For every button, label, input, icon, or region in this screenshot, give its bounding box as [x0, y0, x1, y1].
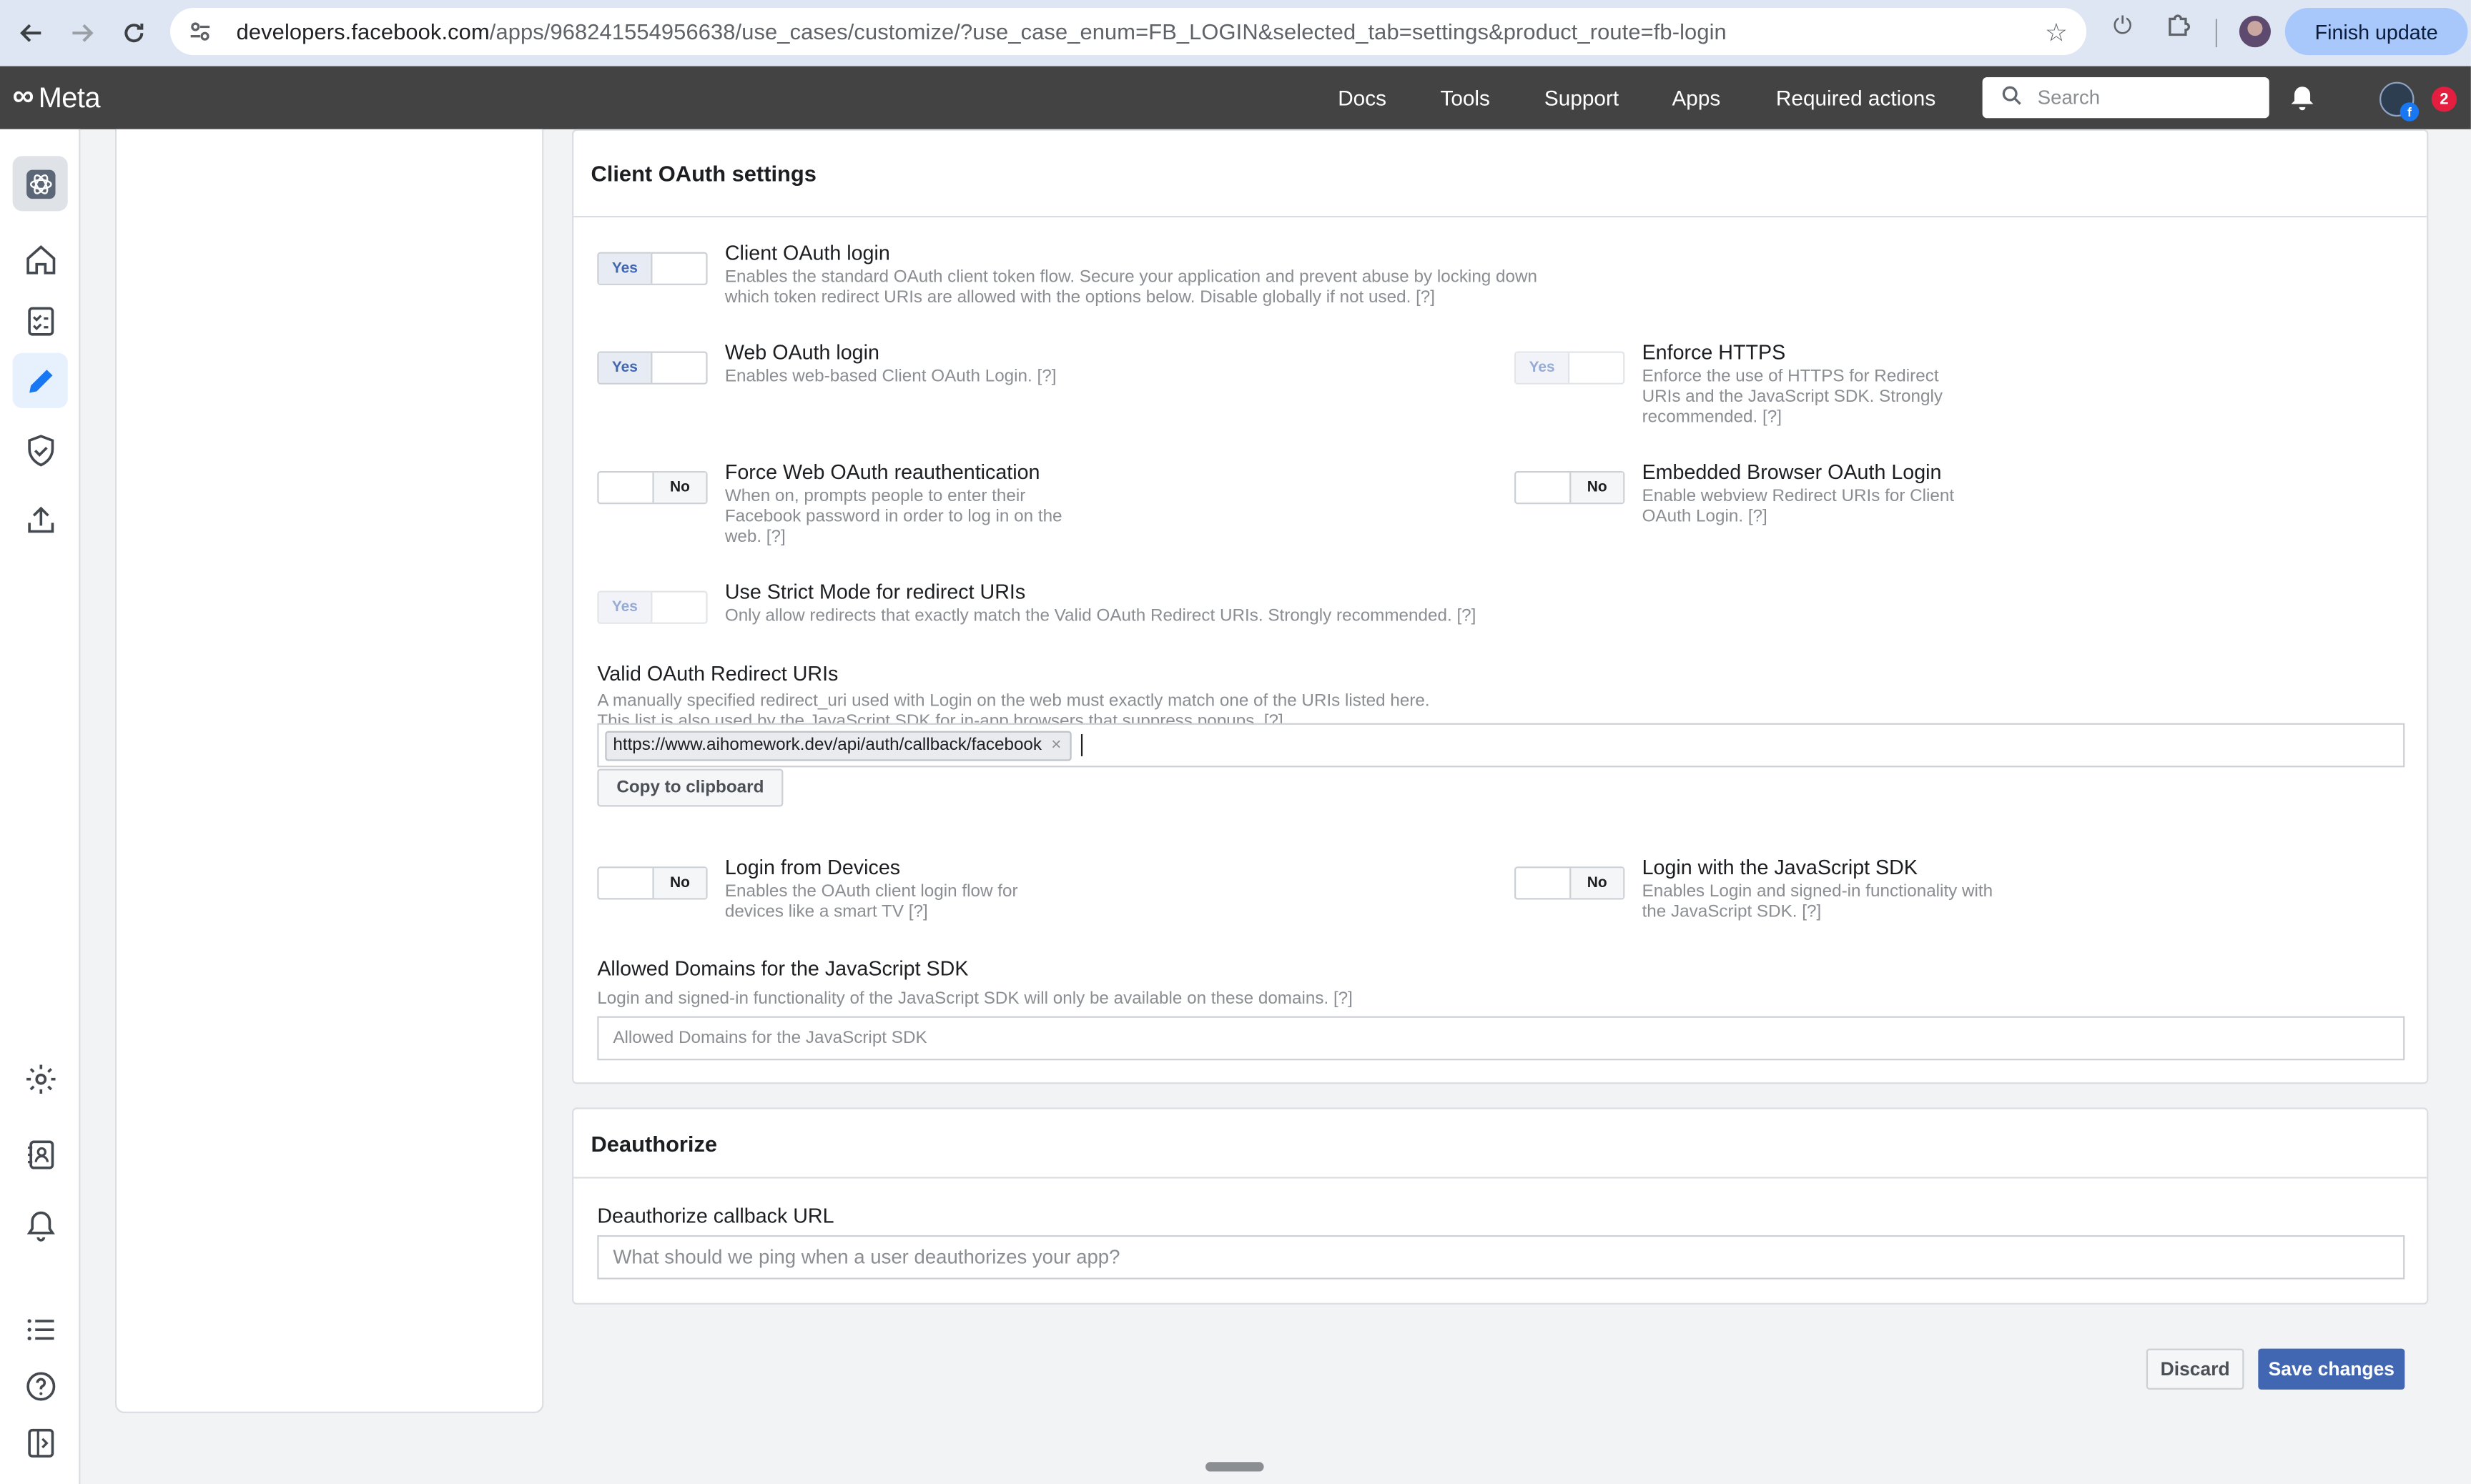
address-bar[interactable]: developers.facebook.com/apps/96824155495… [170, 8, 2087, 56]
roles-contact-icon[interactable] [13, 1127, 68, 1182]
back-icon[interactable] [8, 9, 55, 56]
text-caret [1080, 734, 1082, 756]
site-settings-icon[interactable] [186, 17, 214, 46]
client-oauth-login-toggle[interactable]: Yes [597, 252, 708, 285]
strict-mode-desc[interactable]: Only allow redirects that exactly match … [725, 607, 1576, 628]
deauthorize-callback-label: Deauthorize callback URL [597, 1203, 834, 1227]
settings-gear-icon[interactable] [13, 1051, 68, 1106]
allowed-domains-desc[interactable]: Login and signed-in functionality of the… [597, 989, 1542, 1010]
redirect-uris-title: Valid OAuth Redirect URIs [597, 661, 839, 686]
search-input[interactable]: Search [1982, 76, 2269, 119]
redirect-uris-input[interactable]: https://www.aihomework.dev/api/auth/call… [597, 723, 2405, 768]
embedded-browser-toggle[interactable]: No [1514, 470, 1625, 505]
nav-docs[interactable]: Docs [1338, 66, 1386, 129]
force-reauth-title: Force Web OAuth reauthentication [724, 460, 1040, 484]
deauthorize-card: Deauthorize Deauthorize callback URL Wha… [572, 1107, 2429, 1305]
reload-icon[interactable] [110, 9, 157, 56]
embedded-browser-desc[interactable]: Enable webview Redirect URIs for Client … [1642, 487, 1981, 528]
list-icon[interactable] [13, 1302, 68, 1357]
force-reauth-toggle[interactable]: No [597, 470, 708, 505]
resize-handle[interactable] [1205, 1462, 1264, 1472]
help-icon[interactable] [13, 1358, 68, 1413]
save-changes-button[interactable]: Save changes [2258, 1348, 2405, 1390]
facebook-icon: f [2400, 102, 2420, 122]
browser-toolbar: developers.facebook.com/apps/96824155495… [0, 0, 2471, 66]
allowed-domains-input[interactable]: Allowed Domains for the JavaScript SDK [597, 1016, 2405, 1061]
extension-power-icon[interactable]: ⏻ [2114, 13, 2132, 39]
discard-button[interactable]: Discard [2146, 1348, 2244, 1390]
meta-infinity-icon: ∞ [12, 80, 34, 114]
enforce-https-toggle[interactable]: Yes [1514, 351, 1625, 385]
web-oauth-login-toggle[interactable]: Yes [597, 351, 708, 385]
strict-mode-toggle[interactable]: Yes [597, 590, 708, 624]
shield-check-icon[interactable] [13, 422, 68, 478]
browser-profile-avatar[interactable] [2239, 16, 2271, 48]
redirect-uri-chip: https://www.aihomework.dev/api/auth/call… [605, 730, 1071, 761]
login-devices-desc[interactable]: Enables the OAuth client login flow for … [725, 882, 1056, 923]
login-devices-toggle[interactable]: No [597, 866, 708, 900]
url-host: developers.facebook.com [236, 19, 490, 44]
nav-required-actions[interactable]: Required actions [1776, 66, 1935, 129]
forward-icon[interactable] [59, 9, 106, 56]
search-icon [2001, 85, 2022, 110]
bookmark-star-icon[interactable]: ☆ [2045, 17, 2068, 49]
remove-chip-icon[interactable]: × [1051, 736, 1061, 754]
client-oauth-heading: Client OAuth settings [573, 131, 2427, 218]
nav-apps[interactable]: Apps [1672, 66, 1720, 129]
finish-update-button[interactable]: Finish update [2284, 8, 2468, 56]
deauthorize-heading: Deauthorize [573, 1109, 2427, 1179]
web-oauth-login-desc[interactable]: Enables web-based Client OAuth Login. [?… [725, 367, 1198, 388]
collapse-sidebar-icon[interactable] [13, 1415, 68, 1470]
enforce-https-desc[interactable]: Enforce the use of HTTPS for Redirect UR… [1642, 367, 1973, 429]
app-icon[interactable] [12, 156, 68, 212]
login-js-sdk-toggle[interactable]: No [1514, 866, 1625, 900]
embedded-browser-title: Embedded Browser OAuth Login [1642, 460, 1942, 484]
publish-upload-icon[interactable] [13, 492, 68, 547]
extensions-puzzle-icon[interactable] [2165, 13, 2190, 44]
copy-to-clipboard-button[interactable]: Copy to clipboard [597, 768, 784, 807]
home-icon[interactable] [13, 232, 68, 287]
toolbar-divider [2215, 19, 2218, 48]
allowed-domains-title: Allowed Domains for the JavaScript SDK [597, 956, 969, 980]
left-rail [0, 129, 81, 1484]
checklist-icon[interactable] [13, 293, 68, 348]
url-path: /apps/968241554956638/use_cases/customiz… [489, 19, 1727, 44]
nav-support[interactable]: Support [1544, 66, 1619, 129]
user-avatar[interactable]: f [2379, 81, 2420, 122]
login-devices-title: Login from Devices [724, 855, 901, 879]
enforce-https-title: Enforce HTTPS [1642, 340, 1786, 365]
client-oauth-login-desc[interactable]: Enables the standard OAuth client token … [725, 268, 1544, 309]
strict-mode-title: Use Strict Mode for redirect URIs [724, 580, 1026, 604]
login-js-sdk-desc[interactable]: Enables Login and signed-in functionalit… [1642, 882, 1997, 923]
deauthorize-callback-input[interactable]: What should we ping when a user deauthor… [597, 1235, 2405, 1280]
meta-logo[interactable]: ∞ Meta [12, 80, 101, 114]
alerts-bell-icon[interactable] [13, 1197, 68, 1252]
notifications-bell-icon[interactable] [2288, 84, 2317, 120]
client-oauth-login-title: Client OAuth login [724, 241, 890, 265]
force-reauth-desc[interactable]: When on, prompts people to enter their F… [725, 487, 1064, 548]
edit-pencil-icon[interactable] [12, 352, 68, 408]
nav-tools[interactable]: Tools [1440, 66, 1489, 129]
web-oauth-login-title: Web OAuth login [724, 340, 879, 365]
notification-badge[interactable]: 2 [2431, 86, 2457, 112]
client-oauth-settings-card: Client OAuth settings Yes Client OAuth l… [572, 129, 2429, 1084]
login-js-sdk-title: Login with the JavaScript SDK [1642, 855, 1918, 879]
side-panel [114, 129, 544, 1413]
